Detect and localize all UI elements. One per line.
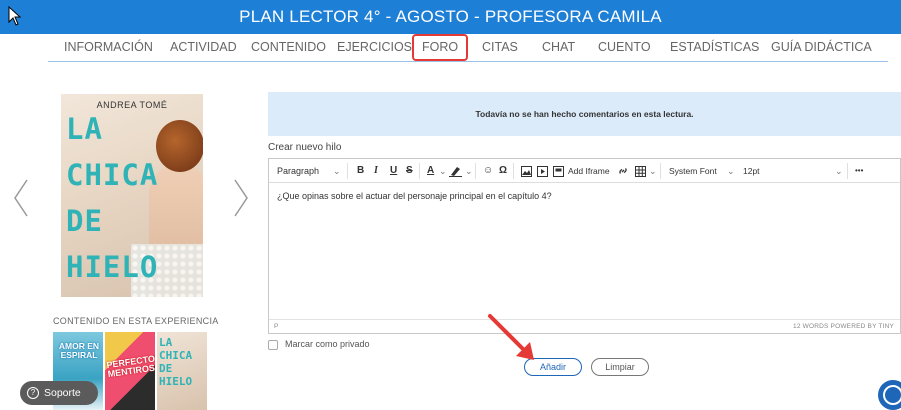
course-title-bar: PLAN LECTOR 4° - AGOSTO - PROFESORA CAMI… <box>0 0 901 34</box>
thumb-title: PERFECTOS MENTIROSOS <box>105 352 155 380</box>
support-label: Soporte <box>44 387 81 399</box>
accessibility-ring <box>883 385 901 405</box>
book-thumb-perfectos-mentirosos[interactable]: PERFECTOS MENTIROSOS <box>105 332 155 410</box>
emoji-icon[interactable]: ☺ <box>483 159 493 183</box>
private-checkbox-label[interactable]: Marcar como privado <box>285 339 370 349</box>
italic-button[interactable]: I <box>374 159 378 183</box>
chevron-left-icon[interactable] <box>12 178 30 218</box>
special-character-icon[interactable]: Ω <box>499 159 507 183</box>
font-color-button[interactable]: A <box>427 159 434 183</box>
iframe-icon[interactable] <box>553 166 564 177</box>
cover-hair-bun <box>156 120 203 172</box>
rich-text-editor: Paragraph ⌄ B I U S A ⌄ ⌄ ☺ Ω Add Iframe <box>268 158 901 334</box>
annotation-arrow-icon <box>488 314 534 360</box>
toolbar-divider <box>847 163 848 179</box>
book-title-line-2: CHICA <box>66 158 159 192</box>
block-format-select[interactable]: Paragraph <box>277 159 319 183</box>
mouse-cursor-icon <box>8 6 22 26</box>
chevron-down-icon[interactable]: ⌄ <box>465 159 473 183</box>
book-cover[interactable]: ANDREA TOMÉ LA CHICA DE HIELO <box>61 94 203 297</box>
no-comments-notice: Todavía no se han hecho comentarios en e… <box>268 92 901 136</box>
tab-cuento[interactable]: CUENTO <box>598 34 651 62</box>
thumb-title-line-4: HIELO <box>159 375 193 388</box>
book-title-line-4: HIELO <box>66 250 159 284</box>
font-size-select[interactable]: 12pt <box>743 159 760 183</box>
book-thumb-la-chica-de-hielo[interactable]: LA CHICA DE HIELO <box>157 332 207 410</box>
toolbar-divider <box>419 163 420 179</box>
tab-informacion[interactable]: INFORMACIÓN <box>64 34 153 62</box>
editor-statusbar: P 12 WORDS POWERED BY TINY <box>269 319 900 333</box>
tab-ejercicios[interactable]: EJERCICIOS <box>337 34 412 62</box>
main-nav: INFORMACIÓN ACTIVIDAD CONTENIDO EJERCICI… <box>48 34 888 62</box>
word-count: 12 WORDS POWERED BY TINY <box>793 323 894 330</box>
tab-foro[interactable]: FORO <box>412 34 469 61</box>
question-icon: ? <box>27 387 39 399</box>
toolbar-divider <box>513 163 514 179</box>
experience-content-label: CONTENIDO EN ESTA EXPERIENCIA <box>53 316 219 326</box>
strikethrough-button[interactable]: S <box>406 159 413 183</box>
chevron-down-icon[interactable]: ⌄ <box>835 159 843 183</box>
support-button[interactable]: ? Soporte <box>20 381 98 405</box>
chevron-down-icon[interactable]: ⌄ <box>333 159 341 183</box>
editor-toolbar: Paragraph ⌄ B I U S A ⌄ ⌄ ☺ Ω Add Iframe <box>269 159 900 183</box>
tab-estadisticas[interactable]: ESTADÍSTICAS <box>670 34 759 62</box>
tab-guia-didactica[interactable]: GUÍA DIDÁCTICA <box>771 34 872 62</box>
thumb-title-line-1: LA <box>159 336 173 349</box>
table-icon[interactable] <box>635 166 646 177</box>
chevron-down-icon[interactable]: ⌄ <box>727 159 735 183</box>
accessibility-icon[interactable] <box>878 380 901 410</box>
new-thread-label: Crear nuevo hilo <box>268 142 342 153</box>
toolbar-divider <box>660 163 661 179</box>
clear-button[interactable]: Limpiar <box>591 358 649 376</box>
book-author: ANDREA TOMÉ <box>96 100 168 110</box>
thumb-title-line-3: DE <box>159 362 173 375</box>
toolbar-divider <box>475 163 476 179</box>
thumb-title: AMOR EN ESPIRAL <box>58 341 100 360</box>
bold-button[interactable]: B <box>357 159 364 183</box>
tab-actividad[interactable]: ACTIVIDAD <box>170 34 237 62</box>
chevron-down-icon[interactable]: ⌄ <box>649 159 657 183</box>
book-title-line-3: DE <box>66 204 103 238</box>
thumb-title-line-2: CHICA <box>159 349 193 362</box>
add-iframe-button[interactable]: Add Iframe <box>568 159 610 183</box>
more-options-button[interactable]: ••• <box>855 159 863 183</box>
private-checkbox[interactable] <box>268 340 278 350</box>
underline-button[interactable]: U <box>390 159 397 183</box>
tab-chat[interactable]: CHAT <box>542 34 575 62</box>
highlight-pen-icon[interactable] <box>449 165 463 177</box>
tab-contenido[interactable]: CONTENIDO <box>251 34 326 62</box>
toolbar-divider <box>347 163 348 179</box>
image-icon[interactable] <box>521 166 532 177</box>
link-icon[interactable] <box>617 165 629 177</box>
book-title-line-1: LA <box>66 112 103 146</box>
font-family-select[interactable]: System Font <box>669 159 717 183</box>
tab-citas[interactable]: CITAS <box>482 34 518 62</box>
course-title: PLAN LECTOR 4° - AGOSTO - PROFESORA CAMI… <box>239 7 662 26</box>
editor-content[interactable]: ¿Que opinas sobre el actuar del personaj… <box>277 191 552 201</box>
chevron-right-icon[interactable] <box>232 178 250 218</box>
chevron-down-icon[interactable]: ⌄ <box>439 159 447 183</box>
media-icon[interactable] <box>537 166 548 177</box>
element-path[interactable]: P <box>274 323 278 330</box>
